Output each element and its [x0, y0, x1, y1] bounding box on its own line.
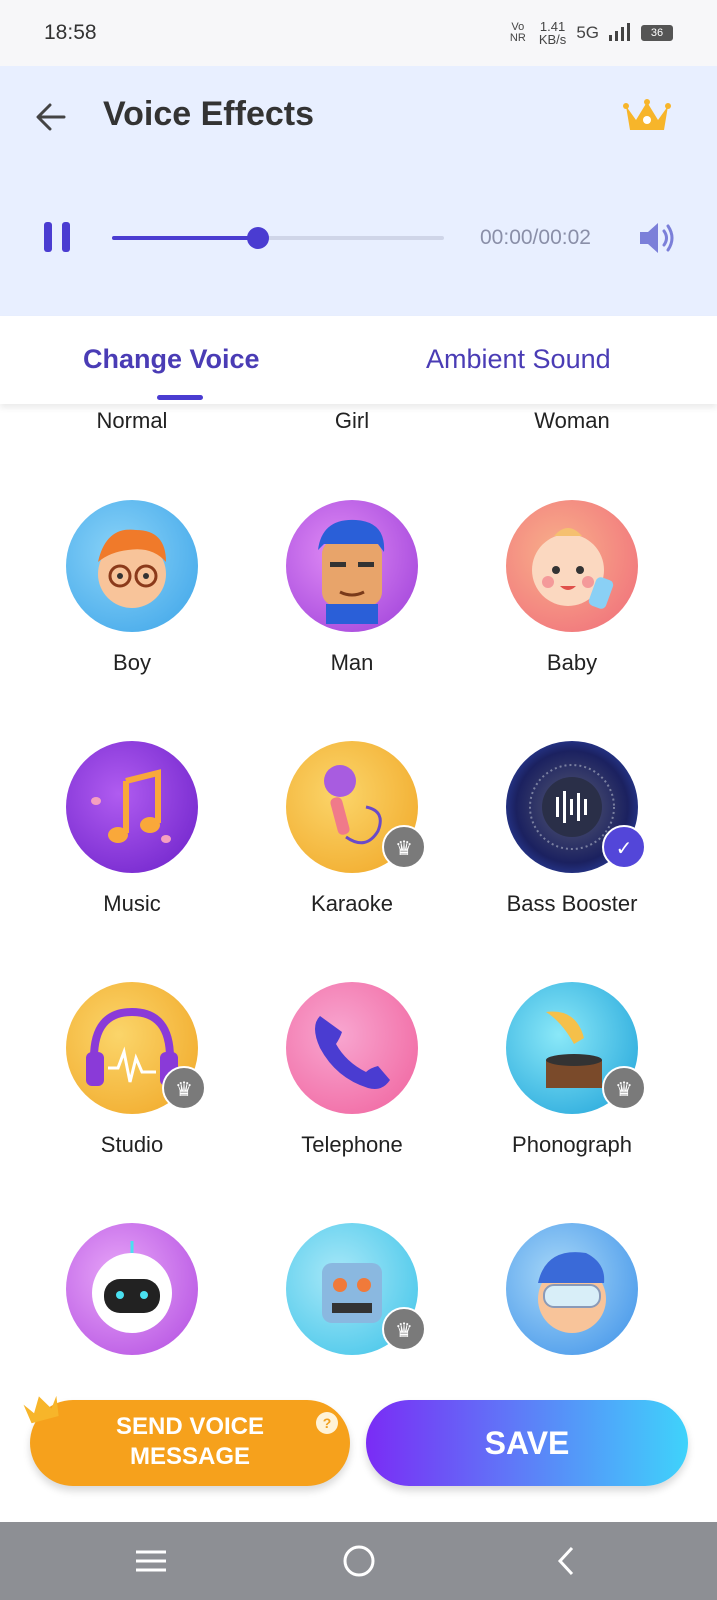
menu-icon[interactable] [134, 1544, 168, 1583]
baby-avatar-icon [506, 500, 638, 632]
robot-avatar-icon [66, 1223, 198, 1355]
pause-icon[interactable] [44, 222, 74, 252]
send-crown-icon [22, 1392, 62, 1424]
tab-bar: Change Voice Ambient Sound [0, 316, 717, 404]
effect-label: Girl [334, 408, 370, 433]
effect-label: Music [103, 891, 161, 916]
battery-icon: 36 [641, 25, 673, 41]
back-icon[interactable] [550, 1544, 584, 1583]
audio-player: 00:00/00:02 [0, 210, 717, 270]
status-bar: 18:58 Vo NR 1.41 KB/s 5G 36 [0, 0, 717, 66]
save-button[interactable]: SAVE [366, 1400, 688, 1486]
selected-check-icon: ✓ [602, 825, 646, 869]
send-voice-message-button[interactable]: SEND VOICE MESSAGE [30, 1400, 350, 1486]
diver-avatar-icon [506, 1223, 638, 1355]
active-tab-indicator [157, 395, 203, 400]
effect-label: Baby [546, 650, 598, 675]
effect-label: Normal [96, 408, 168, 433]
bottom-action-bar: SEND VOICE MESSAGE ? SAVE [0, 1370, 717, 1522]
effect-label: Phonograph [512, 1132, 632, 1157]
seek-bar[interactable] [112, 227, 444, 249]
page-title: Voice Effects [103, 95, 315, 133]
tab-ambient-sound[interactable]: Ambient Sound [426, 344, 611, 375]
music-notes-icon [66, 741, 198, 873]
tab-change-voice[interactable]: Change Voice [83, 344, 260, 375]
effect-label: Man [330, 650, 374, 675]
premium-crown-icon: ♛ [602, 1066, 646, 1110]
back-arrow-icon[interactable] [34, 100, 68, 140]
send-button-line2: MESSAGE [129, 1443, 251, 1470]
effect-label: Woman [534, 408, 610, 433]
network-type: 5G [576, 23, 599, 42]
home-icon[interactable] [342, 1544, 376, 1583]
help-icon[interactable]: ? [316, 1412, 338, 1434]
premium-crown-icon: ♛ [382, 825, 426, 869]
volte-indicator: Vo NR [509, 21, 526, 44]
playback-time: 00:00/00:02 [480, 226, 591, 249]
speed-unit: KB/s [538, 32, 567, 47]
effect-label: Studio [100, 1132, 164, 1157]
seek-bar-fill [112, 236, 259, 240]
seek-bar-handle[interactable] [247, 227, 270, 249]
send-button-line1: SEND VOICE [115, 1413, 265, 1440]
status-icons: Vo NR 1.41 KB/s 5G 36 [507, 20, 673, 46]
network-speed: 1.41 KB/s [539, 20, 566, 46]
system-nav-bar [0, 1522, 717, 1600]
telephone-icon [286, 982, 418, 1114]
premium-crown-icon: ♛ [382, 1307, 426, 1351]
voice-effects-grid: Normal Girl Woman Boy Man Baby Music ♛ K… [0, 404, 717, 1370]
effect-label: Karaoke [311, 891, 393, 916]
volume-icon[interactable] [638, 220, 678, 256]
boy-avatar-icon [66, 500, 198, 632]
premium-crown-icon: ♛ [162, 1066, 206, 1110]
effect-label: Bass Booster [506, 891, 638, 916]
crown-icon[interactable] [622, 96, 672, 136]
effect-label: Telephone [301, 1132, 403, 1157]
man-avatar-icon [286, 500, 418, 632]
signal-icon [609, 22, 631, 44]
effect-label: Boy [113, 650, 151, 675]
status-time: 18:58 [44, 21, 97, 44]
